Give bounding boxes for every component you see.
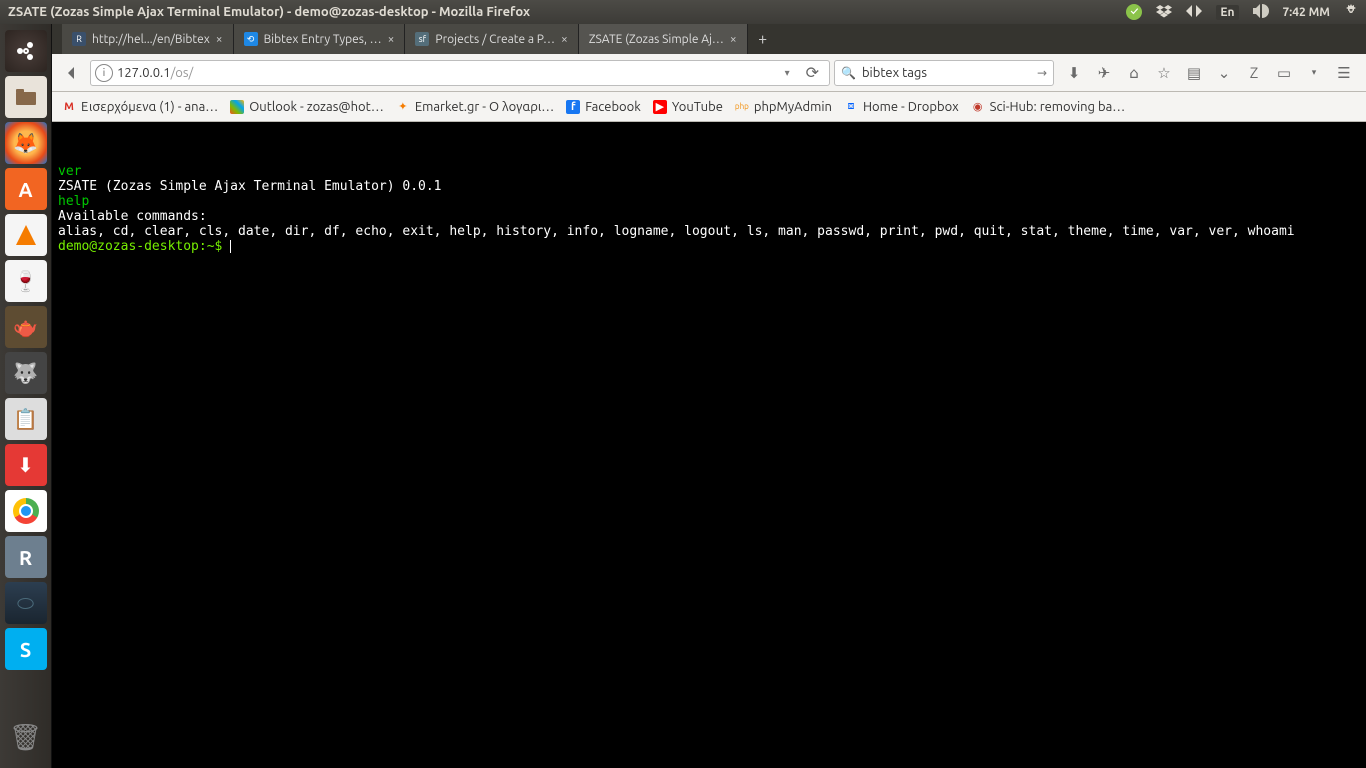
output-line: ZSATE (Zozas Simple Ajax Terminal Emulat… — [58, 179, 442, 194]
gimp-icon[interactable]: 🐺 — [5, 352, 47, 394]
bm-outlook[interactable]: Outlook - zozas@hot… — [230, 100, 384, 114]
bm-label: Home - Dropbox — [863, 100, 959, 114]
overflow-chevron-icon[interactable]: ▾ — [1304, 67, 1324, 78]
output-line: alias, cd, clear, cls, date, dir, df, ec… — [58, 224, 1295, 239]
wine-icon[interactable]: 🍷 — [5, 260, 47, 302]
back-button[interactable] — [58, 59, 86, 87]
cmd-line: ver — [58, 164, 81, 179]
files-icon[interactable] — [5, 76, 47, 118]
shell-prompt: demo@zozas-desktop:~$ — [58, 239, 230, 254]
close-tab-icon[interactable]: × — [216, 33, 223, 46]
close-tab-icon[interactable]: × — [388, 33, 395, 46]
emarket-icon: ✦ — [396, 100, 410, 114]
bm-label: Facebook — [585, 100, 641, 114]
tab-label: Bibtex Entry Types, … — [264, 33, 382, 46]
tea-icon[interactable]: 🫖 — [5, 306, 47, 348]
bm-gmail[interactable]: M Εισερχόμενα (1) - ana… — [62, 100, 218, 114]
tab-sourceforge-project[interactable]: sf Projects / Create a P… × — [405, 24, 578, 54]
chromium-icon[interactable] — [5, 490, 47, 532]
phpmyadmin-icon: php — [735, 100, 749, 114]
gmail-icon: M — [62, 100, 76, 114]
bm-youtube[interactable]: ▶ YouTube — [653, 100, 723, 114]
browser-tabstrip: R http://hel.../en/Bibtex × ⟲ Bibtex Ent… — [52, 24, 1366, 54]
search-engine-icon[interactable]: 🔍 — [841, 66, 856, 80]
volume-tray-icon[interactable] — [1253, 4, 1269, 21]
facebook-icon: f — [566, 100, 580, 114]
scihub-icon: ◉ — [971, 100, 985, 114]
seafile-icon[interactable]: ⬭ — [5, 582, 47, 624]
hamburger-menu-icon[interactable]: ☰ — [1334, 64, 1354, 82]
favicon-icon: R — [72, 32, 86, 46]
window-titlebar: ZSATE (Zozas Simple Ajax Terminal Emulat… — [0, 0, 1366, 24]
search-text: bibtex tags — [862, 66, 1031, 80]
tab-bibtex-helper[interactable]: R http://hel.../en/Bibtex × — [62, 24, 234, 54]
window-title: ZSATE (Zozas Simple Ajax Terminal Emulat… — [8, 5, 1126, 19]
bm-label: phpMyAdmin — [754, 100, 832, 114]
network-tray-icon[interactable] — [1186, 5, 1202, 20]
browser-navbar: i 127.0.0.1/os/ ▾ ⟳ 🔍 bibtex tags → ⬇ ✈ … — [52, 54, 1366, 92]
bm-label: YouTube — [672, 100, 723, 114]
dash-icon[interactable] — [5, 30, 47, 72]
cmd-line: help — [58, 194, 89, 209]
history-dropdown-icon[interactable]: ▾ — [779, 67, 796, 79]
terminal-emulator[interactable]: ver ZSATE (Zozas Simple Ajax Terminal Em… — [52, 122, 1366, 768]
tab-label: http://hel.../en/Bibtex — [92, 33, 210, 46]
bm-phpmyadmin[interactable]: php phpMyAdmin — [735, 100, 832, 114]
software-center-icon[interactable]: A — [5, 168, 47, 210]
status-ok-icon[interactable]: ✓ — [1126, 4, 1142, 20]
session-gear-icon[interactable] — [1344, 4, 1358, 21]
search-bar[interactable]: 🔍 bibtex tags → — [834, 60, 1054, 86]
outlook-icon — [230, 100, 244, 114]
pocket-icon[interactable]: ⌄ — [1214, 64, 1234, 82]
home-icon[interactable]: ⌂ — [1124, 64, 1144, 82]
output-line: Available commands: — [58, 209, 207, 224]
new-tab-button[interactable]: + — [748, 24, 778, 54]
dropbox-icon: ⧈ — [844, 100, 858, 114]
keyboard-language-indicator[interactable]: En — [1216, 5, 1238, 20]
rstudio-icon[interactable]: R — [5, 536, 47, 578]
search-go-icon[interactable]: → — [1037, 66, 1047, 80]
bm-label: Outlook - zozas@hot… — [249, 100, 384, 114]
bm-dropbox[interactable]: ⧈ Home - Dropbox — [844, 100, 959, 114]
reader-icon[interactable]: ▭ — [1274, 64, 1294, 82]
favicon-icon: sf — [415, 32, 429, 46]
bookmarks-menu-icon[interactable]: ▤ — [1184, 64, 1204, 82]
bm-label: Emarket.gr - Ο λογαρι… — [415, 100, 554, 114]
tab-label: ZSATE (Zozas Simple Aj… — [589, 33, 724, 46]
toolbar-right-icons: ⬇ ✈ ⌂ ☆ ▤ ⌄ Z ▭ ▾ ☰ — [1058, 64, 1360, 82]
close-tab-icon[interactable]: × — [561, 33, 568, 46]
youtube-icon: ▶ — [653, 100, 667, 114]
favicon-icon: ⟲ — [244, 32, 258, 46]
zotero-icon[interactable]: Z — [1244, 64, 1264, 81]
url-text: 127.0.0.1/os/ — [117, 66, 775, 80]
bm-label: Εισερχόμενα (1) - ana… — [81, 100, 218, 114]
vlc-icon[interactable] — [5, 214, 47, 256]
bookmark-star-icon[interactable]: ☆ — [1154, 64, 1174, 82]
bm-emarket[interactable]: ✦ Emarket.gr - Ο λογαρι… — [396, 100, 554, 114]
unity-launcher: 🦊 A 🍷 🫖 🐺 📋 ⬇ R ⬭ S 🗑 — [0, 24, 52, 768]
system-tray: ✓ En 7:42 MM — [1126, 3, 1358, 22]
skype-icon[interactable]: S — [5, 628, 47, 670]
downloads-icon[interactable]: ⬇ — [1064, 64, 1084, 82]
dropbox-tray-icon[interactable] — [1156, 3, 1172, 22]
tab-label: Projects / Create a P… — [435, 33, 555, 46]
bm-facebook[interactable]: f Facebook — [566, 100, 641, 114]
notes-icon[interactable]: 📋 — [5, 398, 47, 440]
bm-scihub[interactable]: ◉ Sci-Hub: removing ba… — [971, 100, 1126, 114]
bm-label: Sci-Hub: removing ba… — [990, 100, 1126, 114]
download-icon[interactable]: ⬇ — [5, 444, 47, 486]
url-bar[interactable]: i 127.0.0.1/os/ ▾ ⟳ — [90, 60, 830, 86]
reload-button[interactable]: ⟳ — [800, 63, 825, 82]
site-info-icon[interactable]: i — [95, 64, 113, 82]
clock[interactable]: 7:42 MM — [1283, 6, 1330, 19]
close-tab-icon[interactable]: × — [730, 33, 737, 46]
text-cursor — [230, 240, 231, 253]
tab-zsate[interactable]: ZSATE (Zozas Simple Aj… × — [579, 24, 748, 54]
firefox-icon[interactable]: 🦊 — [5, 122, 47, 164]
send-icon[interactable]: ✈ — [1094, 64, 1114, 82]
tab-bibtex-entry-types[interactable]: ⟲ Bibtex Entry Types, … × — [234, 24, 406, 54]
bookmarks-bar: M Εισερχόμενα (1) - ana… Outlook - zozas… — [52, 92, 1366, 122]
trash-icon[interactable]: 🗑 — [5, 716, 47, 758]
